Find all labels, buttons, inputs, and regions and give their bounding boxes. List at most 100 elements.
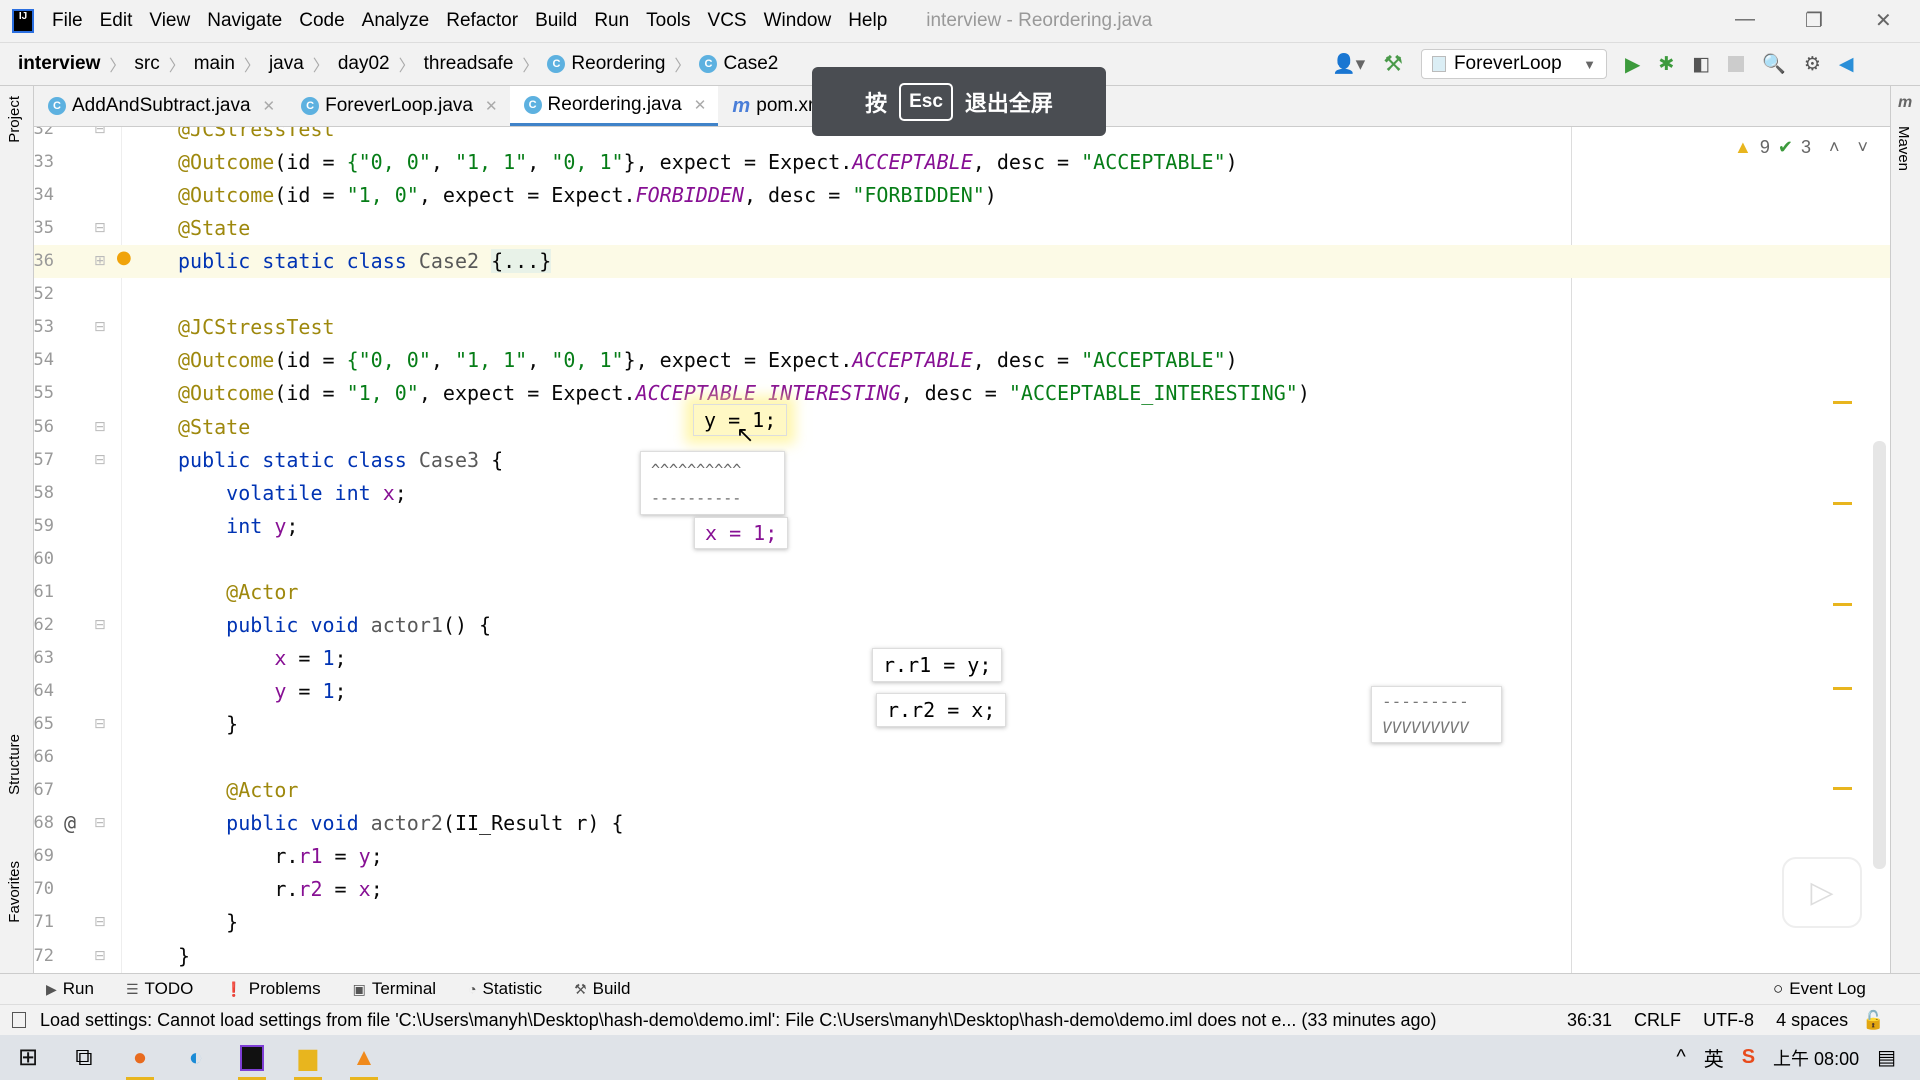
- code-line[interactable]: 53 ⊟ @JCStressTest: [34, 311, 1890, 344]
- restore-button[interactable]: ❐: [1805, 8, 1823, 33]
- close-tab-icon[interactable]: ✕: [485, 97, 498, 115]
- code-line[interactable]: 66: [34, 741, 1890, 774]
- toolbox-icon[interactable]: ◀: [1839, 53, 1854, 76]
- menu-tools[interactable]: Tools: [646, 10, 690, 32]
- tool-todo[interactable]: ☰ TODO: [126, 979, 193, 999]
- status-message[interactable]: Load settings: Cannot load settings from…: [40, 1010, 1545, 1031]
- debug-icon[interactable]: ✱: [1658, 53, 1674, 76]
- code-editor[interactable]: 32 ⊟ @JCStressTest 33 @Outcome(id = {"0, 0",…: [34, 127, 1890, 973]
- close-tab-icon[interactable]: ✕: [694, 96, 707, 114]
- fold-marker-icon[interactable]: ⊞: [94, 245, 106, 278]
- tool-build[interactable]: ⚒ Build: [574, 979, 630, 999]
- scroll-marker[interactable]: [1833, 401, 1852, 404]
- run-config-select[interactable]: ForeverLoop ▼: [1420, 49, 1607, 79]
- ime-indicator[interactable]: 英: [1704, 1043, 1724, 1072]
- code-line[interactable]: 34 @Outcome(id = "1, 0", expect = Expect.…: [34, 179, 1890, 212]
- scroll-marker[interactable]: [1833, 502, 1852, 505]
- video-play-icon[interactable]: ▷: [1782, 857, 1862, 928]
- tray-expand-icon[interactable]: ^: [1676, 1046, 1685, 1069]
- menu-view[interactable]: View: [149, 10, 190, 32]
- file-encoding[interactable]: UTF-8: [1703, 1010, 1754, 1031]
- menu-analyze[interactable]: Analyze: [362, 10, 430, 32]
- gear-icon[interactable]: ⚙: [1804, 53, 1821, 76]
- run-icon[interactable]: ▶: [1625, 52, 1640, 77]
- code-line[interactable]: 33 @Outcome(id = {"0, 0", "1, 1", "0, 1"}…: [34, 146, 1890, 179]
- code-line[interactable]: 68 ⊟ @ public void actor2(II_Result r) {: [34, 807, 1890, 840]
- code-line[interactable]: 36 ⊞ ● public static class Case2 {...}: [34, 245, 1890, 279]
- code-line[interactable]: 67 @Actor: [34, 774, 1890, 807]
- menu-run[interactable]: Run: [594, 10, 629, 32]
- menu-build[interactable]: Build: [535, 10, 577, 32]
- code-line[interactable]: 57 ⊟ public static class Case3 {: [34, 444, 1890, 477]
- breadcrumb-item[interactable]: 〉 C Reordering: [513, 52, 665, 76]
- fold-marker-icon[interactable]: ⊟: [94, 311, 106, 344]
- intellij-taskbar-icon[interactable]: [224, 1035, 280, 1080]
- firefox-icon[interactable]: ●: [112, 1035, 168, 1080]
- fold-marker-icon[interactable]: ⊟: [94, 708, 106, 741]
- project-tool-button[interactable]: Project: [6, 96, 23, 143]
- fold-marker-icon[interactable]: ⊟: [94, 609, 106, 642]
- intention-bulb-icon[interactable]: ●: [116, 241, 132, 274]
- favorites-tool-button[interactable]: Favorites: [6, 861, 23, 923]
- code-line[interactable]: 56 ⊟ @State: [34, 411, 1890, 444]
- breadcrumb-item[interactable]: interview: [18, 52, 100, 76]
- fold-marker-icon[interactable]: ⊟: [94, 940, 106, 973]
- search-icon[interactable]: 🔍: [1762, 52, 1786, 76]
- code-line[interactable]: 62 ⊟ public void actor1() {: [34, 609, 1890, 642]
- scroll-marker[interactable]: [1833, 603, 1852, 606]
- maven-tool-button[interactable]: Maven: [1895, 126, 1912, 171]
- breadcrumb-item[interactable]: 〉 threadsafe: [390, 52, 514, 76]
- menu-help[interactable]: Help: [848, 10, 887, 32]
- scrollbar-thumb[interactable]: [1873, 441, 1886, 869]
- menu-edit[interactable]: Edit: [100, 10, 133, 32]
- menu-file[interactable]: File: [52, 10, 83, 32]
- breadcrumb-item[interactable]: 〉 java: [235, 52, 304, 76]
- breadcrumb-item[interactable]: 〉 main: [160, 52, 235, 76]
- tab-foreverloop[interactable]: C ForeverLoop.java ✕: [287, 86, 509, 126]
- menu-code[interactable]: Code: [299, 10, 344, 32]
- code-line[interactable]: 54 @Outcome(id = {"0, 0", "1, 1", "0, 1"}…: [34, 344, 1890, 377]
- prev-highlight-icon[interactable]: ˄: [1829, 137, 1840, 158]
- breadcrumb-item[interactable]: 〉 src: [100, 52, 159, 76]
- notification-icon[interactable]: ▤: [1877, 1045, 1896, 1070]
- menu-window[interactable]: Window: [764, 10, 832, 32]
- menu-navigate[interactable]: Navigate: [207, 10, 282, 32]
- scroll-marker[interactable]: [1833, 687, 1852, 690]
- code-line[interactable]: 61 @Actor: [34, 576, 1890, 609]
- code-line[interactable]: 35 ⊟ @State: [34, 212, 1890, 245]
- fold-marker-icon[interactable]: ⊟: [94, 212, 106, 245]
- stop-icon[interactable]: [1728, 56, 1745, 72]
- tool-problems[interactable]: ❗ Problems: [225, 979, 320, 999]
- breadcrumb-item[interactable]: 〉 C Case2: [665, 52, 778, 76]
- sogou-icon[interactable]: S: [1742, 1046, 1755, 1069]
- next-highlight-icon[interactable]: ˅: [1857, 137, 1868, 158]
- minimize-button[interactable]: —: [1735, 8, 1755, 31]
- code-line[interactable]: 69 r.r1 = y;: [34, 840, 1890, 873]
- code-line[interactable]: 72 ⊟}: [34, 940, 1890, 973]
- fold-marker-icon[interactable]: ⊟: [94, 906, 106, 939]
- build-hammer-icon[interactable]: ⚒: [1383, 51, 1403, 77]
- event-log-button[interactable]: ○ Event Log: [1773, 979, 1866, 999]
- code-line[interactable]: 59 int y;: [34, 510, 1890, 543]
- tool-run[interactable]: ▶ Run: [46, 979, 94, 999]
- scroll-marker[interactable]: [1833, 787, 1852, 790]
- implemented-marker-icon[interactable]: @: [64, 807, 76, 840]
- start-icon[interactable]: ⊞: [0, 1035, 56, 1080]
- menu-vcs[interactable]: VCS: [708, 10, 747, 32]
- fold-marker-icon[interactable]: ⊟: [94, 444, 106, 477]
- code-line[interactable]: 60: [34, 543, 1890, 576]
- lock-icon[interactable]: 🔓: [1862, 1010, 1884, 1031]
- code-line[interactable]: 58 volatile int x;: [34, 477, 1890, 510]
- clock[interactable]: 上午 08:00: [1773, 1045, 1859, 1071]
- vlc-icon[interactable]: ▲: [336, 1035, 392, 1080]
- tab-reordering[interactable]: C Reordering.java ✕: [509, 86, 719, 126]
- task-view-icon[interactable]: ⧉: [56, 1035, 112, 1080]
- fold-marker-icon[interactable]: ⊟: [94, 411, 106, 444]
- menu-refactor[interactable]: Refactor: [446, 10, 518, 32]
- close-tab-icon[interactable]: ✕: [263, 97, 276, 115]
- tool-statistic[interactable]: ◔ Statistic: [468, 979, 542, 999]
- indent-setting[interactable]: 4 spaces: [1776, 1010, 1848, 1031]
- status-toggle-icon[interactable]: [12, 1012, 26, 1028]
- inspection-widget[interactable]: ▲ 9 ✔ 3 ˄ ˅: [1734, 137, 1868, 158]
- caret-position[interactable]: 36:31: [1567, 1010, 1612, 1031]
